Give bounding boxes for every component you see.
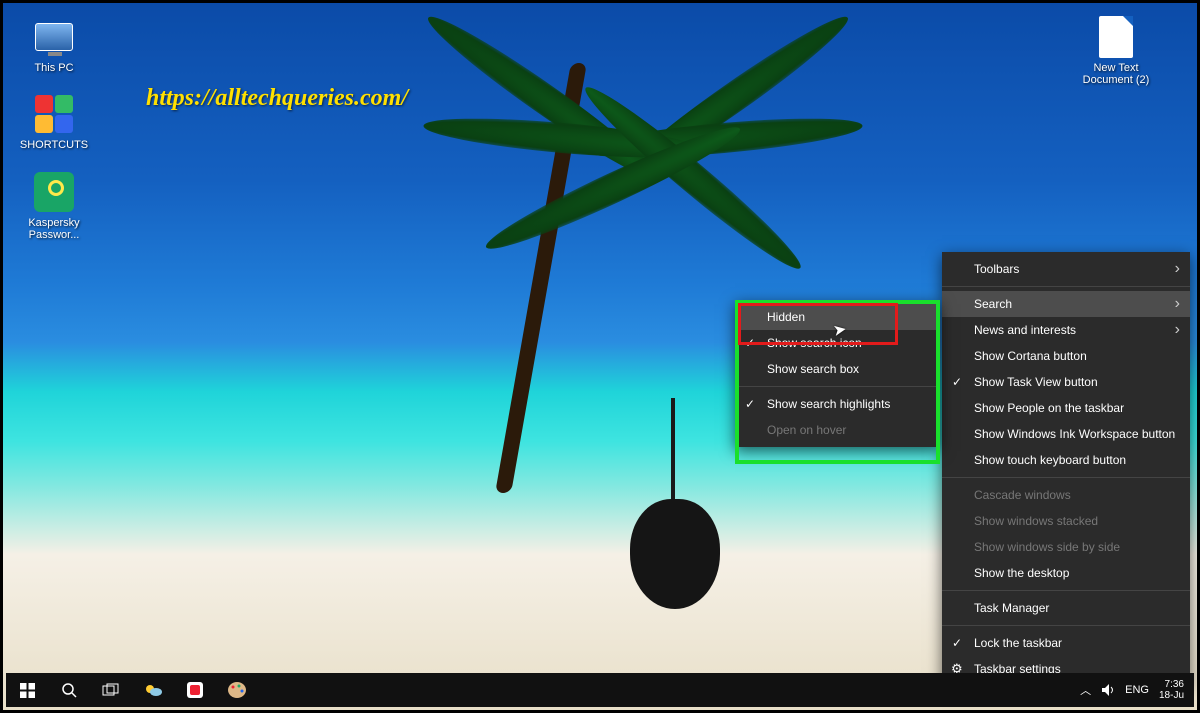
icon-label: Kaspersky Passwor...	[16, 217, 92, 241]
submenu-show-highlights[interactable]: Show search highlights	[735, 391, 940, 417]
submenu-hidden[interactable]: Hidden	[735, 304, 940, 330]
menu-label: Show Windows Ink Workspace button	[974, 427, 1175, 441]
menu-separator	[735, 386, 940, 387]
desktop-icon-new-text-doc[interactable]: New Text Document (2)	[1074, 16, 1158, 86]
tray-date-text: 18-Ju	[1159, 690, 1184, 701]
search-submenu: Hidden Show search icon Show search box …	[735, 300, 940, 447]
menu-label: Show People on the taskbar	[974, 401, 1124, 415]
taskview-icon	[102, 683, 120, 697]
taskview-button[interactable]	[90, 673, 132, 707]
desktop-icon-shortcuts[interactable]: SHORTCUTS	[16, 93, 92, 151]
menu-label: Task Manager	[974, 601, 1049, 615]
menu-separator	[942, 625, 1190, 626]
tray-volume-icon[interactable]	[1101, 683, 1115, 697]
start-button[interactable]	[6, 673, 48, 707]
menu-label: News and interests	[974, 323, 1076, 337]
menu-separator	[942, 286, 1190, 287]
menu-show-desktop[interactable]: Show the desktop	[942, 560, 1190, 586]
document-icon	[1095, 16, 1137, 58]
menu-label: Search	[974, 297, 1012, 311]
folder-icon	[33, 93, 75, 135]
menu-search[interactable]: Search	[942, 291, 1190, 317]
menu-label: Show search box	[767, 362, 859, 376]
menu-label: Show Task View button	[974, 375, 1098, 389]
menu-news-interests[interactable]: News and interests	[942, 317, 1190, 343]
weather-icon	[143, 682, 163, 698]
menu-separator	[942, 477, 1190, 478]
menu-separator	[942, 590, 1190, 591]
wallpaper-chair	[630, 499, 720, 609]
tray-clock[interactable]: 7:36 18-Ju	[1159, 679, 1184, 701]
watermark-url: https://alltechqueries.com/	[146, 85, 408, 112]
menu-label: Show touch keyboard button	[974, 453, 1126, 467]
menu-label: Show windows stacked	[974, 514, 1098, 528]
taskbar[interactable]: ︿ ENG 7:36 18-Ju	[6, 673, 1194, 707]
menu-label: Cascade windows	[974, 488, 1071, 502]
key-icon	[33, 171, 75, 213]
submenu-open-on-hover: Open on hover	[735, 417, 940, 443]
icon-label: New Text Document (2)	[1074, 62, 1158, 86]
search-button[interactable]	[48, 673, 90, 707]
menu-stacked: Show windows stacked	[942, 508, 1190, 534]
submenu-show-search-box[interactable]: Show search box	[735, 356, 940, 382]
submenu-show-search-icon[interactable]: Show search icon	[735, 330, 940, 356]
menu-task-manager[interactable]: Task Manager	[942, 595, 1190, 621]
menu-label: Show search icon	[767, 336, 862, 350]
menu-label: Show windows side by side	[974, 540, 1120, 554]
menu-label: Toolbars	[974, 262, 1019, 276]
menu-touch-keyboard[interactable]: Show touch keyboard button	[942, 447, 1190, 473]
menu-label: Show Cortana button	[974, 349, 1087, 363]
menu-lock-taskbar[interactable]: Lock the taskbar	[942, 630, 1190, 656]
search-icon	[61, 682, 77, 698]
desktop-icon-kaspersky[interactable]: Kaspersky Passwor...	[16, 171, 92, 241]
system-tray: ︿ ENG 7:36 18-Ju	[1070, 679, 1194, 701]
menu-label: Lock the taskbar	[974, 636, 1062, 650]
palette-icon	[227, 681, 247, 699]
menu-label: Show search highlights	[767, 397, 890, 411]
tray-time-text: 7:36	[1159, 679, 1184, 690]
menu-cortana[interactable]: Show Cortana button	[942, 343, 1190, 369]
menu-ink[interactable]: Show Windows Ink Workspace button	[942, 421, 1190, 447]
wallpaper-rope	[671, 398, 675, 502]
monitor-icon	[33, 16, 75, 58]
icon-label: SHORTCUTS	[16, 139, 92, 151]
taskbar-app-1[interactable]	[174, 673, 216, 707]
tray-language[interactable]: ENG	[1125, 684, 1149, 696]
taskbar-context-menu: Toolbars Search News and interests Show …	[942, 252, 1190, 686]
windows-icon	[20, 683, 35, 698]
taskbar-app-paint[interactable]	[216, 673, 258, 707]
menu-label: Open on hover	[767, 423, 846, 437]
taskbar-app-weather[interactable]	[132, 673, 174, 707]
desktop-icon-this-pc[interactable]: This PC	[16, 16, 92, 74]
menu-taskview[interactable]: Show Task View button	[942, 369, 1190, 395]
menu-label: Show the desktop	[974, 566, 1069, 580]
menu-label: Hidden	[767, 310, 805, 324]
menu-toolbars[interactable]: Toolbars	[942, 256, 1190, 282]
tray-chevron-up-icon[interactable]: ︿	[1080, 682, 1091, 698]
menu-people[interactable]: Show People on the taskbar	[942, 395, 1190, 421]
menu-cascade: Cascade windows	[942, 482, 1190, 508]
desktop[interactable]: https://alltechqueries.com/ This PC SHOR…	[0, 0, 1200, 713]
icon-label: This PC	[16, 62, 92, 74]
app-icon	[186, 681, 204, 699]
menu-sidebyside: Show windows side by side	[942, 534, 1190, 560]
wallpaper-palm-fronds	[353, 43, 853, 243]
